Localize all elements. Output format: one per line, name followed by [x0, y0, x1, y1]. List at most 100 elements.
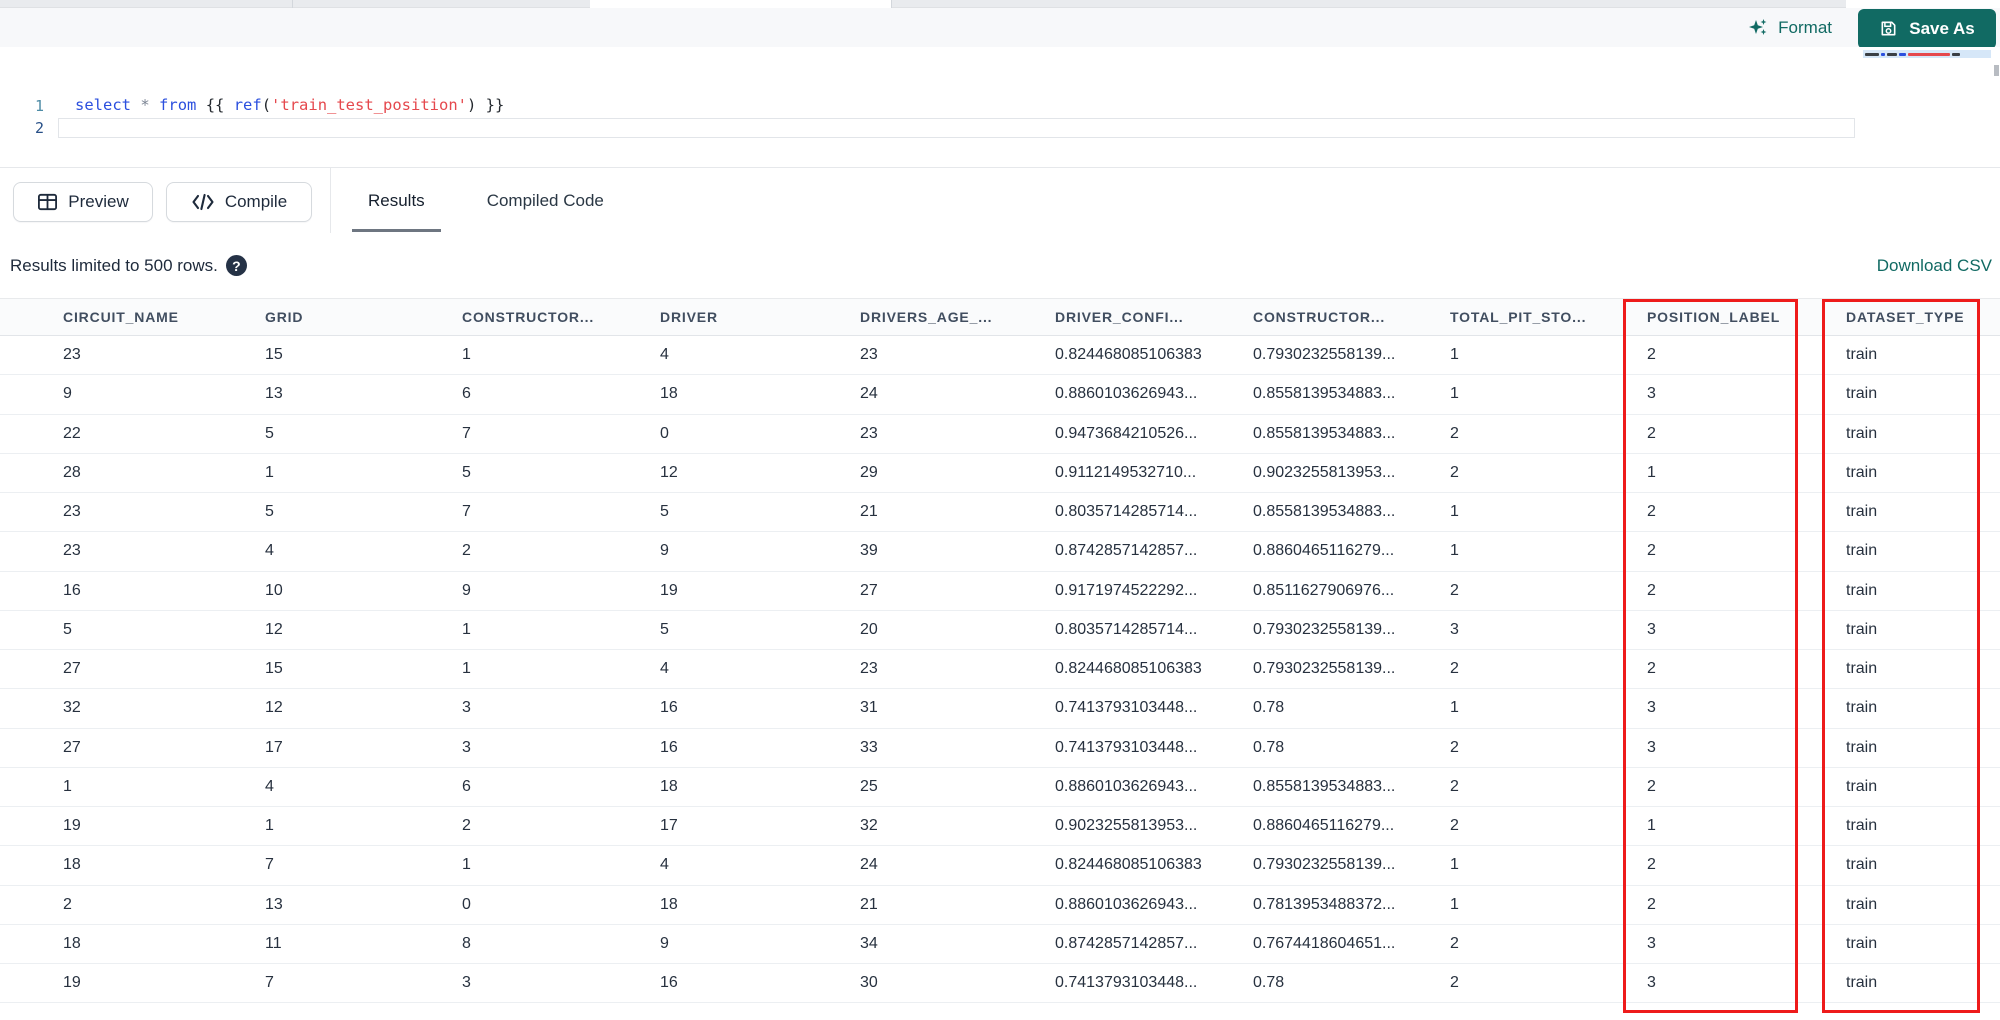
table-cell: 1 [265, 463, 274, 481]
table-cell: 2 [1450, 817, 1459, 835]
table-cell: 3 [462, 738, 471, 756]
table-cell: 23 [63, 542, 81, 560]
preview-label: Preview [68, 192, 129, 211]
table-grid-icon [37, 192, 58, 212]
table-cell: 30 [860, 974, 878, 992]
table-cell: 2 [1450, 581, 1459, 599]
table-cell: 7 [265, 974, 274, 992]
ide-screen: Format Save As 1 2 select * from {{ ref(… [0, 0, 2000, 1020]
table-cell: 2 [1450, 934, 1459, 952]
table-cell: 1 [1450, 699, 1459, 717]
table-cell: 3 [462, 974, 471, 992]
help-icon[interactable]: ? [225, 255, 247, 276]
download-csv-link[interactable]: Download CSV [1877, 233, 1992, 298]
table-cell: 0.8511627906976... [1253, 581, 1395, 599]
table-cell: 1 [1450, 385, 1459, 403]
table-cell: 39 [860, 542, 878, 560]
table-cell: 16 [660, 974, 678, 992]
tab-compiled-code[interactable]: Compiled Code [471, 168, 620, 234]
format-button[interactable]: Format [1747, 17, 1832, 39]
table-cell: 0.9023255813953... [1253, 463, 1396, 481]
table-cell: 9 [660, 542, 669, 560]
code-token: }} [485, 96, 505, 114]
tab-results[interactable]: Results [352, 168, 441, 234]
table-cell: 34 [860, 934, 878, 952]
table-cell: 0.8860103626943... [1055, 777, 1198, 795]
table-cell: 20 [860, 620, 878, 638]
code-line-1[interactable]: select * from {{ ref('train_test_positio… [75, 95, 504, 115]
column-header: TOTAL_PIT_STO... [1450, 309, 1587, 325]
table-cell: 21 [860, 895, 878, 913]
save-as-button[interactable]: Save As [1858, 8, 1996, 49]
compile-label: Compile [224, 192, 288, 211]
table-cell: 2 [1450, 738, 1459, 756]
table-cell: 18 [660, 895, 678, 913]
table-cell: 23 [860, 424, 878, 442]
table-cell: 0.824468085106383 [1055, 346, 1202, 364]
table-cell: 1 [462, 856, 471, 874]
editor-minimap[interactable] [1862, 48, 1996, 166]
table-cell: 23 [63, 346, 81, 364]
table-cell: 0 [462, 895, 471, 913]
row-limit-text: Results limited to 500 rows. [10, 255, 218, 275]
column-header: DRIVER_CONFI... [1055, 309, 1184, 325]
table-cell: 12 [265, 620, 283, 638]
table-cell: 0 [660, 424, 669, 442]
code-token: ( [261, 96, 272, 114]
table-cell: 0.824468085106383 [1055, 660, 1202, 678]
table-cell: 0.8558139534883... [1253, 385, 1396, 403]
column-header: CONSTRUCTOR... [1253, 309, 1386, 325]
highlight-box-dataset-type [1822, 299, 1980, 1013]
file-tabstrip [0, 0, 2000, 8]
table-cell: 2 [1450, 974, 1459, 992]
table-cell: 0.9112149532710... [1055, 463, 1197, 481]
table-cell: 4 [265, 777, 274, 795]
table-cell: 0.7930232558139... [1253, 660, 1396, 678]
table-cell: 0.78 [1253, 974, 1285, 992]
tab-divider [292, 0, 293, 8]
table-cell: 17 [265, 738, 283, 756]
table-cell: 6 [462, 385, 471, 403]
table-cell: 0.7930232558139... [1253, 620, 1396, 638]
table-cell: 28 [63, 463, 81, 481]
table-cell: 1 [1450, 895, 1459, 913]
scrollbar-handle[interactable] [1994, 65, 1999, 76]
table-cell: 2 [1450, 777, 1459, 795]
table-cell: 29 [860, 463, 878, 481]
table-cell: 27 [860, 581, 878, 599]
sparkles-icon [1747, 17, 1769, 39]
table-cell: 24 [860, 385, 878, 403]
table-cell: 0.7930232558139... [1253, 346, 1396, 364]
table-cell: 3 [1450, 620, 1459, 638]
table-cell: 7 [462, 424, 471, 442]
table-cell: 11 [265, 934, 282, 952]
preview-button[interactable]: Preview [13, 182, 153, 222]
code-token: ) [467, 96, 486, 114]
table-cell: 0.9171974522292... [1055, 581, 1198, 599]
table-cell: 0.7813953488372... [1253, 895, 1396, 913]
table-cell: 9 [63, 385, 72, 403]
table-cell: 22 [63, 424, 81, 442]
table-cell: 18 [660, 385, 678, 403]
table-cell: 24 [860, 856, 878, 874]
table-cell: 15 [265, 660, 283, 678]
table-cell: 0.78 [1253, 699, 1285, 717]
table-cell: 7 [462, 503, 471, 521]
table-cell: 2 [1450, 424, 1459, 442]
compile-button[interactable]: Compile [166, 182, 312, 222]
table-cell: 13 [265, 895, 283, 913]
table-cell: 5 [462, 463, 471, 481]
active-file-tab[interactable] [590, 0, 891, 8]
table-cell: 21 [860, 503, 878, 521]
sql-editor[interactable]: 1 2 select * from {{ ref('train_test_pos… [0, 47, 2000, 167]
table-cell: 4 [660, 856, 669, 874]
table-cell: 31 [860, 699, 878, 717]
table-cell: 7 [265, 856, 274, 874]
table-cell: 2 [462, 817, 471, 835]
editor-toolbar: Format Save As [0, 8, 2000, 49]
file-tab[interactable] [1846, 0, 2000, 8]
column-header: CONSTRUCTOR... [462, 309, 595, 325]
table-cell: 27 [63, 660, 81, 678]
